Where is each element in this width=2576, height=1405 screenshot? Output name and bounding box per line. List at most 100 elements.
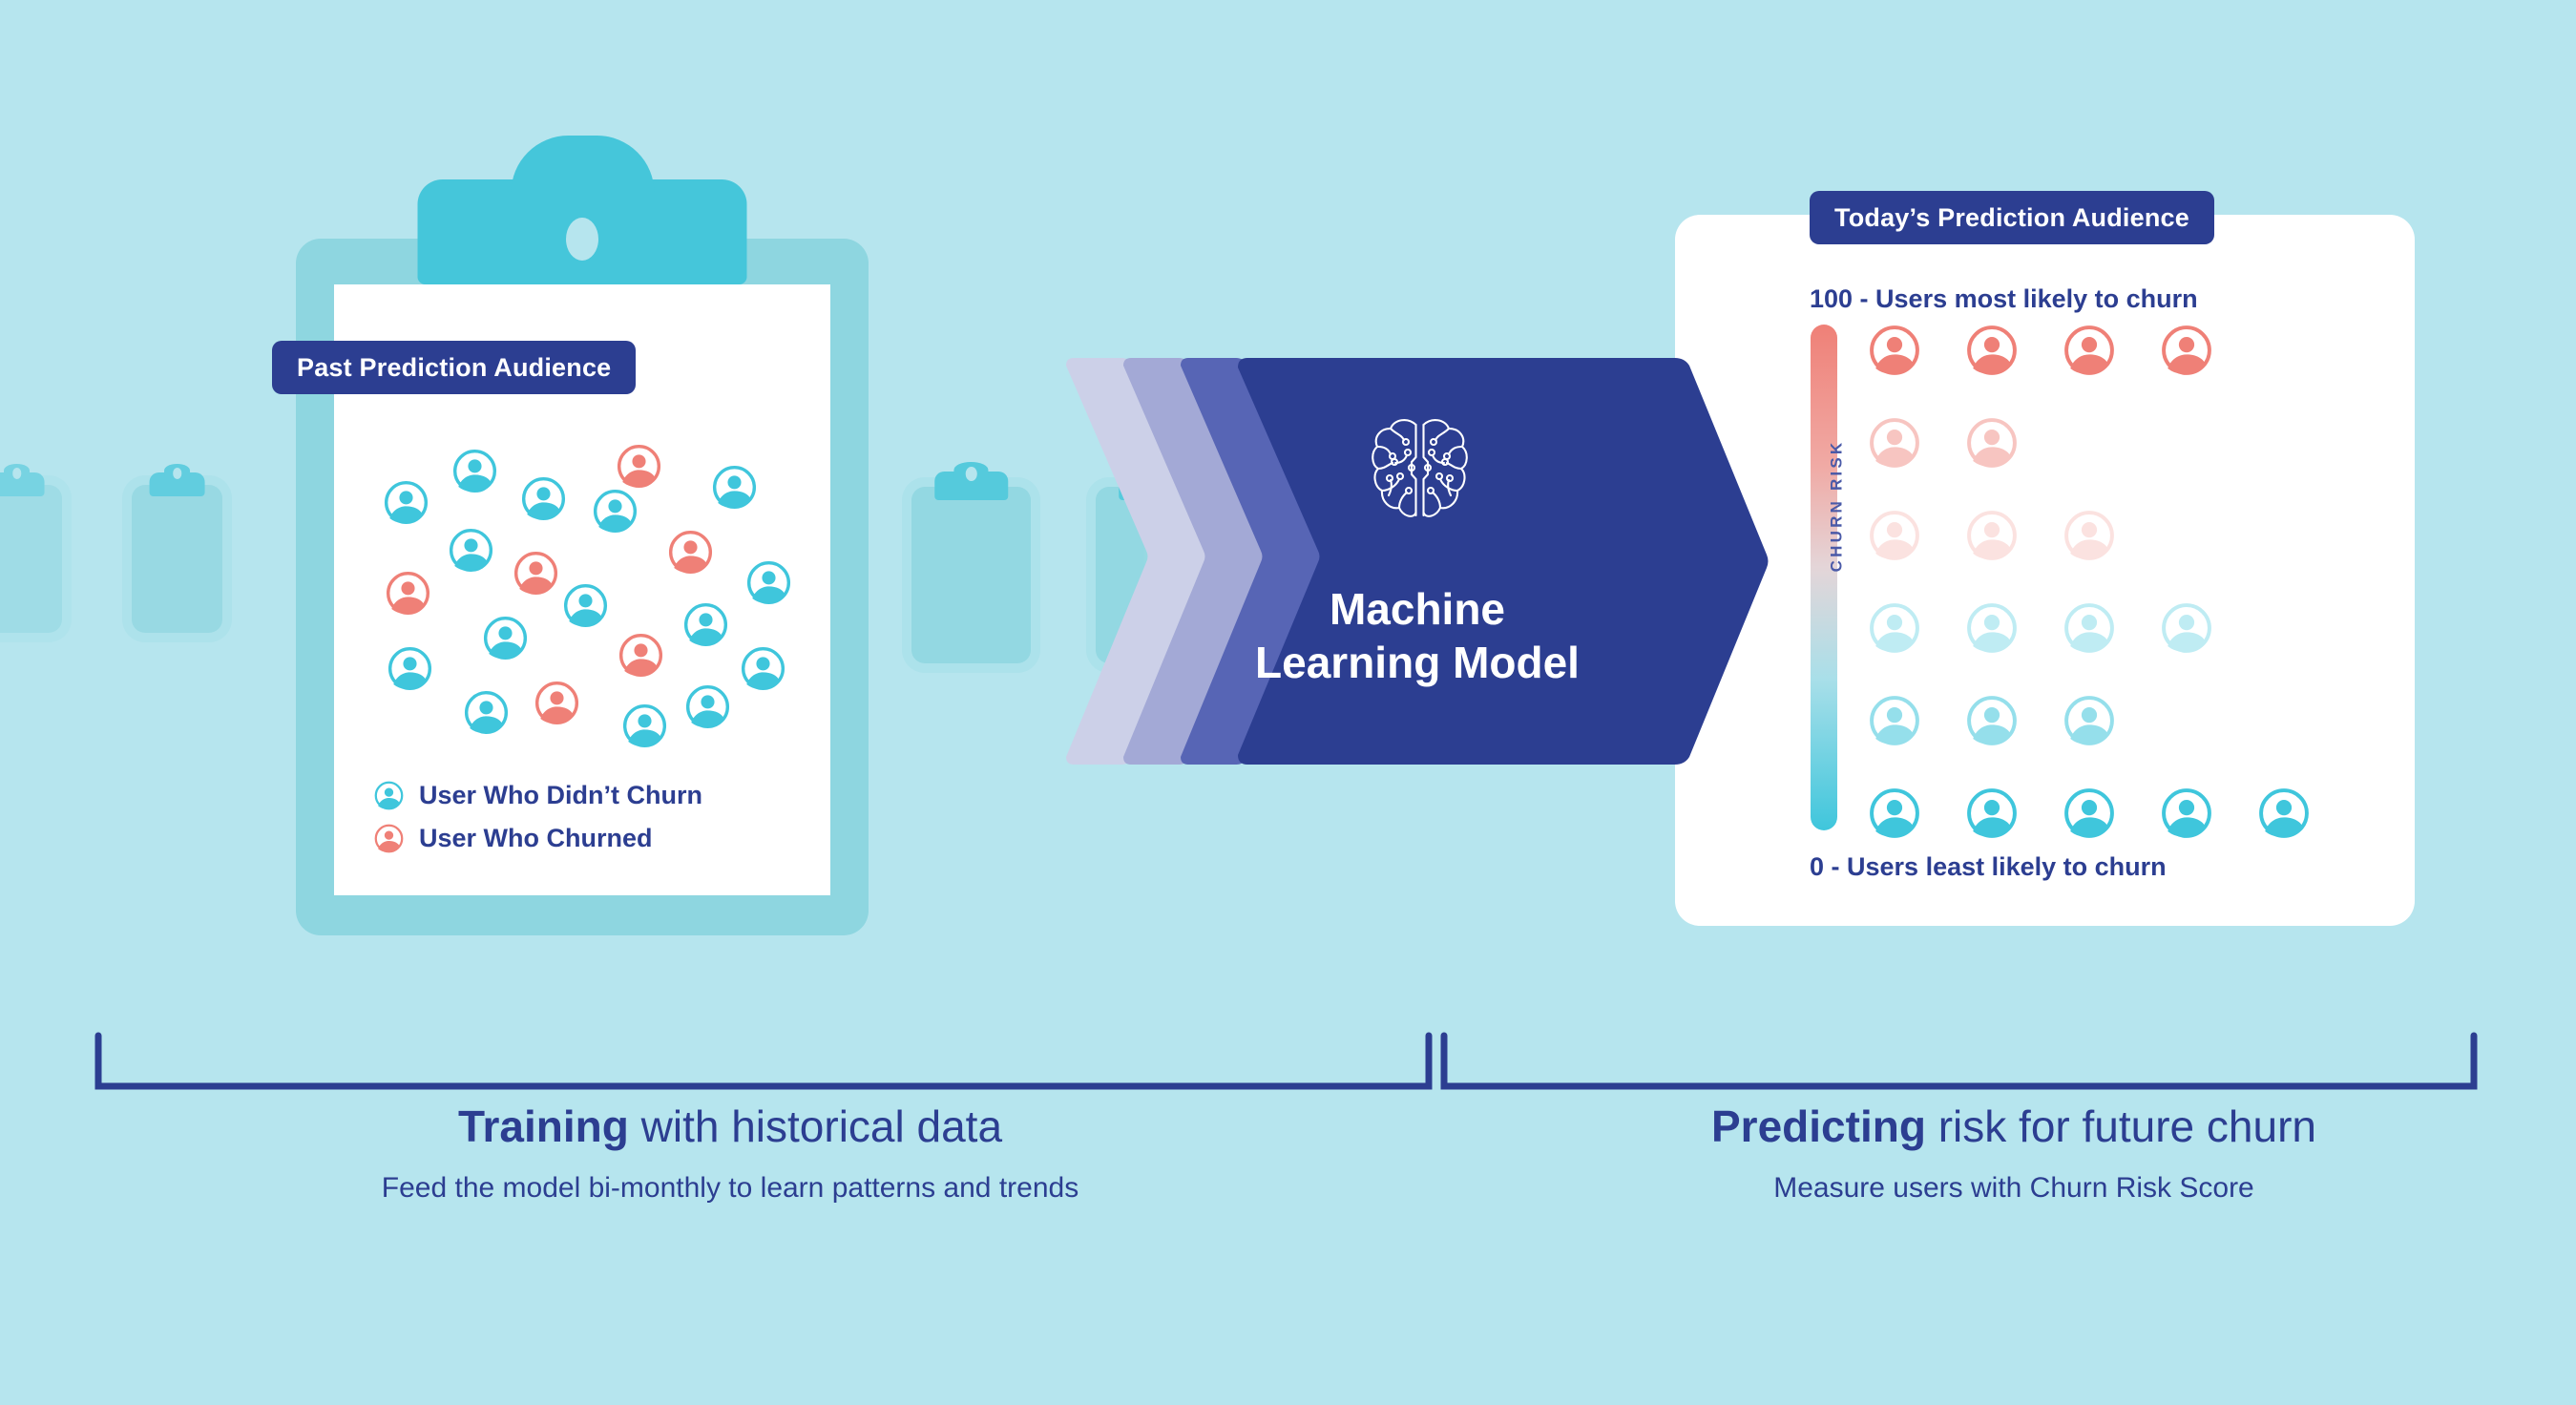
past-audience-user-scatter bbox=[361, 434, 809, 749]
user-avatar-icon bbox=[2162, 788, 2211, 838]
legend-item: User Who Didn’t Churn bbox=[374, 781, 702, 810]
training-caption: Training with historical data Feed the m… bbox=[95, 1102, 1365, 1205]
training-caption-title: Training with historical data bbox=[95, 1102, 1365, 1151]
user-avatar-icon bbox=[374, 824, 404, 853]
risk-row-low-risk bbox=[1869, 695, 2403, 746]
user-avatar-icon bbox=[683, 602, 728, 647]
scatter-user-not-churned bbox=[387, 646, 432, 691]
user-avatar-icon bbox=[2064, 325, 2114, 375]
user-avatar-icon bbox=[386, 571, 430, 616]
training-caption-subtitle: Feed the model bi-monthly to learn patte… bbox=[381, 1171, 1079, 1204]
scatter-user-not-churned bbox=[741, 646, 785, 691]
user-avatar-icon bbox=[2162, 325, 2211, 375]
user-avatar-icon bbox=[2064, 511, 2114, 560]
section-brackets bbox=[0, 1012, 2576, 1098]
scatter-user-churned bbox=[384, 480, 429, 525]
user-avatar-icon bbox=[618, 633, 663, 678]
user-avatar-icon bbox=[2259, 788, 2309, 838]
churn-risk-gradient-bar bbox=[1811, 325, 1837, 830]
scatter-user-not-churned bbox=[712, 465, 757, 510]
user-avatar-icon bbox=[563, 583, 608, 628]
risk-row-high-risk bbox=[1869, 417, 2403, 469]
scatter-user-not-churned bbox=[449, 528, 493, 573]
user-avatar-icon bbox=[521, 476, 566, 521]
predicting-caption-title: Predicting risk for future churn bbox=[1489, 1102, 2539, 1151]
scatter-user-churned bbox=[513, 551, 558, 596]
predicting-caption-subtitle: Measure users with Churn Risk Score bbox=[1773, 1171, 2254, 1204]
scatter-user-not-churned bbox=[452, 449, 497, 493]
churn-risk-axis-label: CHURN RISK bbox=[1827, 439, 1846, 573]
user-avatar-icon bbox=[1967, 603, 2017, 653]
user-avatar-icon bbox=[685, 684, 730, 729]
scatter-user-not-churned bbox=[622, 703, 667, 748]
user-avatar-icon bbox=[452, 449, 497, 493]
user-avatar-icon bbox=[534, 681, 579, 725]
scatter-user-not-churned bbox=[521, 476, 566, 521]
bracket-predicting bbox=[1440, 1032, 2478, 1090]
mid-clipboard-1 bbox=[911, 466, 1031, 663]
user-avatar-icon bbox=[1967, 511, 2017, 560]
user-avatar-icon bbox=[593, 489, 638, 534]
risk-scale-bottom-label: 0 - Users least likely to churn bbox=[1810, 852, 2167, 881]
scatter-user-not-churned bbox=[683, 602, 728, 647]
risk-row-medium-low-risk bbox=[1869, 602, 2403, 654]
today-prediction-audience-badge: Today’s Prediction Audience bbox=[1810, 191, 2214, 244]
user-avatar-icon bbox=[2064, 788, 2114, 838]
user-avatar-icon bbox=[483, 616, 528, 661]
scatter-user-churned bbox=[534, 681, 579, 725]
predicted-users-grid bbox=[1869, 325, 2403, 880]
user-avatar-icon bbox=[1870, 696, 1919, 745]
user-avatar-icon bbox=[617, 444, 661, 489]
bg-clipboard-2 bbox=[132, 468, 222, 633]
training-title-rest: with historical data bbox=[628, 1101, 1003, 1151]
user-avatar-icon bbox=[464, 690, 509, 735]
user-avatar-icon bbox=[1967, 418, 2017, 468]
user-avatar-icon bbox=[1967, 696, 2017, 745]
scatter-user-not-churned bbox=[593, 489, 638, 534]
user-avatar-icon bbox=[1967, 788, 2017, 838]
predicting-caption: Predicting risk for future churn Measure… bbox=[1489, 1102, 2539, 1205]
clipboard-clip-hole bbox=[965, 466, 977, 481]
user-avatar-icon bbox=[622, 703, 667, 748]
legend-item: User Who Churned bbox=[374, 824, 702, 853]
scatter-user-not-churned bbox=[746, 560, 791, 605]
clipboard-board bbox=[0, 485, 62, 633]
past-prediction-audience-badge: Past Prediction Audience bbox=[272, 341, 637, 394]
scatter-user-churned bbox=[618, 633, 663, 678]
legend-item-label: User Who Didn’t Churn bbox=[419, 781, 702, 809]
user-avatar-icon bbox=[741, 646, 785, 691]
scatter-user-not-churned bbox=[563, 583, 608, 628]
legend-item-label: User Who Churned bbox=[419, 824, 653, 852]
training-title-bold: Training bbox=[457, 1101, 629, 1151]
user-avatar-icon bbox=[513, 551, 558, 596]
clipboard-board bbox=[132, 485, 222, 633]
user-avatar-icon bbox=[449, 528, 493, 573]
scatter-user-not-churned bbox=[483, 616, 528, 661]
bracket-training bbox=[94, 1032, 1433, 1090]
scatter-user-churned bbox=[668, 530, 713, 575]
scatter-user-not-churned bbox=[685, 684, 730, 729]
risk-scale-top-label: 100 - Users most likely to churn bbox=[1810, 284, 2198, 313]
user-avatar-icon bbox=[2064, 696, 2114, 745]
clipboard-clip-icon bbox=[0, 472, 45, 496]
brain-icon bbox=[1370, 415, 1470, 525]
user-avatar-icon bbox=[374, 781, 404, 810]
user-avatar-icon bbox=[746, 560, 791, 605]
user-avatar-icon bbox=[1870, 418, 1919, 468]
user-avatar-icon bbox=[387, 646, 432, 691]
clipboard-board bbox=[911, 487, 1031, 663]
user-avatar-icon bbox=[1967, 325, 2017, 375]
user-avatar-icon bbox=[1870, 325, 1919, 375]
user-avatar-icon bbox=[384, 480, 429, 525]
user-avatar-icon bbox=[668, 530, 713, 575]
user-avatar-icon bbox=[712, 465, 757, 510]
risk-row-lowest-risk bbox=[1869, 787, 2403, 839]
clipboard-clip-hole bbox=[11, 468, 22, 479]
user-avatar-icon bbox=[1870, 511, 1919, 560]
scatter-user-churned bbox=[617, 444, 661, 489]
user-avatar-icon bbox=[1870, 788, 1919, 838]
churn-legend: User Who Didn’t Churn User Who Churned bbox=[374, 781, 702, 867]
risk-row-highest-risk bbox=[1869, 325, 2403, 376]
user-avatar-icon bbox=[2162, 603, 2211, 653]
scatter-user-churned bbox=[386, 571, 430, 616]
